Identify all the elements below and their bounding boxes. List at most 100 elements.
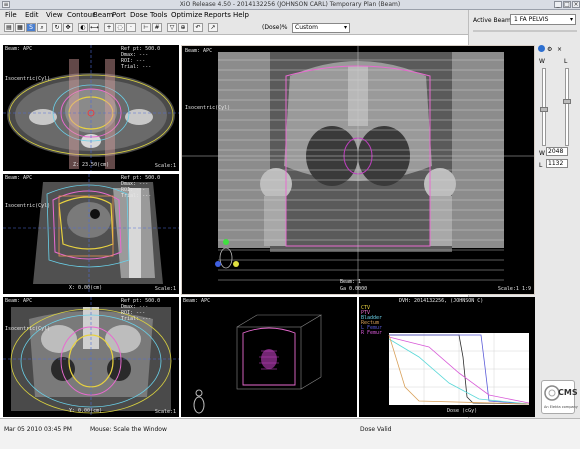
pan-icon[interactable]: ✥ bbox=[63, 23, 73, 32]
coronal-view[interactable]: Beam: APC Isocentric(Cyl) Ref pt: 500.0 … bbox=[3, 297, 179, 417]
axial-z-position: Z: 23.50(cm) bbox=[73, 162, 110, 168]
sagittal-view[interactable]: Beam: APC Isocentric(Cyl) Ref pt: 500.0 … bbox=[3, 174, 179, 294]
axial-orientation: Isocentric(Cyl) bbox=[5, 76, 51, 82]
coronal-info-3: Trial: --- bbox=[121, 316, 152, 322]
coronal-ct-image bbox=[3, 297, 179, 417]
minimize-button[interactable]: _ bbox=[554, 1, 562, 8]
undo-icon[interactable]: ↶ bbox=[193, 23, 203, 32]
menu-edit[interactable]: Edit bbox=[25, 10, 39, 21]
w-slider-label: W bbox=[539, 58, 545, 65]
active-beam-select[interactable]: 1 FA PELVIS ▾ bbox=[510, 14, 576, 25]
w-label: W bbox=[539, 150, 545, 157]
status-time: Mar 05 2010 03:45 PM bbox=[4, 426, 72, 433]
logo-subtext: An Elekta company bbox=[544, 405, 578, 409]
title-bar: XiO Release 4.50 - 2014132256 (JOHNSON C… bbox=[0, 0, 580, 10]
dvh-graph bbox=[388, 333, 530, 405]
bev-beam-label: Beam: APC bbox=[185, 48, 213, 54]
crosshair-icon[interactable]: + bbox=[104, 23, 114, 32]
active-beam-value: 1 FA PELVIS bbox=[514, 16, 549, 23]
l-label: L bbox=[539, 162, 543, 169]
orientation-figure bbox=[193, 389, 205, 414]
coronal-beam-label: Beam: APC bbox=[5, 298, 33, 304]
print-icon[interactable]: ▦ bbox=[15, 23, 25, 32]
dvh-title: DVH: 2014132256, (JOHNSON C) bbox=[399, 298, 484, 304]
axial-view[interactable]: Beam: APC Isocentric(Cyl) Ref pt: 500.0 … bbox=[3, 45, 179, 171]
menu-dose[interactable]: Dose bbox=[130, 10, 148, 21]
ruler-icon[interactable]: ⊢ bbox=[141, 23, 151, 32]
bev-orientation: Isocentric(Cyl) bbox=[185, 105, 231, 111]
bev-scale: Scale:1 1:9 bbox=[497, 286, 531, 292]
menu-file[interactable]: File bbox=[5, 10, 17, 21]
sagittal-info-3: Trial: --- bbox=[121, 193, 152, 199]
menu-port[interactable]: Port bbox=[112, 10, 126, 21]
divider bbox=[473, 30, 577, 32]
settings-icon[interactable]: ⚙ bbox=[547, 46, 552, 53]
sagittal-orientation: Isocentric(Cyl) bbox=[5, 203, 51, 209]
menu-view[interactable]: View bbox=[46, 10, 63, 21]
logo-text: CMS bbox=[558, 388, 578, 397]
three-d-view[interactable]: Beam: APC bbox=[181, 297, 357, 417]
menu-help[interactable]: Help bbox=[233, 10, 249, 21]
measure-icon[interactable]: ⟷ bbox=[89, 23, 99, 32]
status-bar: Mar 05 2010 03:45 PM Mouse: Scale the Wi… bbox=[0, 418, 580, 449]
toolbar: ▤ ▦ S ⌕ ↻ ✥ ◐ ⟷ + ◌ · ⊢ # ▽ ⊕ ↶ ↗ (Dose)… bbox=[0, 21, 468, 35]
status-mode: Mouse: Scale the Window bbox=[90, 426, 167, 433]
window-title: XiO Release 4.50 - 2014132256 (JOHNSON C… bbox=[179, 1, 401, 8]
chevron-down-icon: ▾ bbox=[569, 16, 573, 23]
beam-icon[interactable]: ▽ bbox=[167, 23, 177, 32]
menu-optimize[interactable]: Optimize bbox=[171, 10, 202, 21]
sagittal-ct-image bbox=[3, 174, 179, 294]
coronal-y-position: Y: 0.00(cm) bbox=[69, 408, 103, 414]
dose-label: (Dose)% bbox=[262, 24, 288, 31]
axial-ct-image bbox=[3, 45, 179, 171]
dose-select-value: Custom bbox=[295, 24, 318, 31]
vendor-logo: CMS An Elekta company bbox=[541, 380, 578, 414]
coronal-orientation: Isocentric(Cyl) bbox=[5, 326, 51, 332]
dose-select[interactable]: Custom ▾ bbox=[292, 23, 350, 33]
menu-reports[interactable]: Reports bbox=[204, 10, 231, 21]
window-level-icon[interactable]: ◐ bbox=[78, 23, 88, 32]
status-dose: Dose Valid bbox=[360, 426, 392, 433]
sagittal-scale: Scale:1 bbox=[154, 286, 176, 292]
bev-gantry: Ga 0.0000 bbox=[340, 286, 368, 292]
level-slider-handle[interactable] bbox=[563, 99, 571, 104]
w-value-field[interactable]: 2048 bbox=[546, 147, 568, 156]
dvh-view[interactable]: DVH: 2014132256, (JOHNSON C) CTV PTV Bla… bbox=[359, 297, 535, 417]
l-slider-label: L bbox=[564, 58, 568, 65]
dvh-xlabel: Dose (cGy) bbox=[447, 408, 478, 414]
level-slider[interactable] bbox=[563, 68, 571, 146]
grid-icon[interactable]: # bbox=[152, 23, 162, 32]
menu-beam[interactable]: Beam bbox=[93, 10, 113, 21]
menu-contour[interactable]: Contour bbox=[67, 10, 95, 21]
maximize-button[interactable]: □ bbox=[563, 1, 571, 8]
zoom-icon[interactable]: ⌕ bbox=[37, 23, 47, 32]
menu-tools[interactable]: Tools bbox=[150, 10, 167, 21]
window-menu-button[interactable]: ≡ bbox=[2, 1, 10, 8]
window-slider-handle[interactable] bbox=[540, 107, 548, 112]
beams-eye-view[interactable]: Beam: APC Isocentric(Cyl) Beam: 1 Ga 0.0… bbox=[181, 45, 535, 295]
isocenter-icon[interactable]: ⊕ bbox=[178, 23, 188, 32]
sagittal-beam-label: Beam: APC bbox=[5, 175, 33, 181]
l-value-field[interactable]: 1132 bbox=[546, 159, 568, 168]
close-icon[interactable]: × bbox=[557, 46, 562, 53]
bev-beam-number: Beam: 1 bbox=[340, 279, 362, 285]
rotate-icon[interactable]: ↻ bbox=[52, 23, 62, 32]
axial-beam-label: Beam: APC bbox=[5, 46, 33, 52]
globe-icon[interactable] bbox=[538, 45, 545, 52]
axial-scale: Scale:1 bbox=[154, 163, 176, 169]
chevron-down-icon: ▾ bbox=[343, 24, 347, 31]
logo-swirl-icon bbox=[544, 385, 560, 401]
window-slider[interactable] bbox=[540, 68, 548, 146]
sagittal-x-position: X: 0.00(cm) bbox=[69, 285, 103, 291]
three-d-beam-label: Beam: APC bbox=[183, 298, 211, 304]
axial-info-3: Trial: --- bbox=[121, 64, 152, 70]
open-icon[interactable]: ▤ bbox=[4, 23, 14, 32]
close-button[interactable]: × bbox=[572, 1, 580, 8]
select-icon[interactable]: S bbox=[26, 23, 36, 32]
active-beam-label: Active Beam: bbox=[473, 17, 513, 24]
menu-bar: File Edit View Contour Beam Port Dose To… bbox=[0, 10, 468, 21]
contour-icon[interactable]: ◌ bbox=[115, 23, 125, 32]
tool-arrow-icon[interactable]: ↗ bbox=[208, 23, 218, 32]
point-icon[interactable]: · bbox=[126, 23, 136, 32]
three-d-render bbox=[193, 314, 323, 414]
